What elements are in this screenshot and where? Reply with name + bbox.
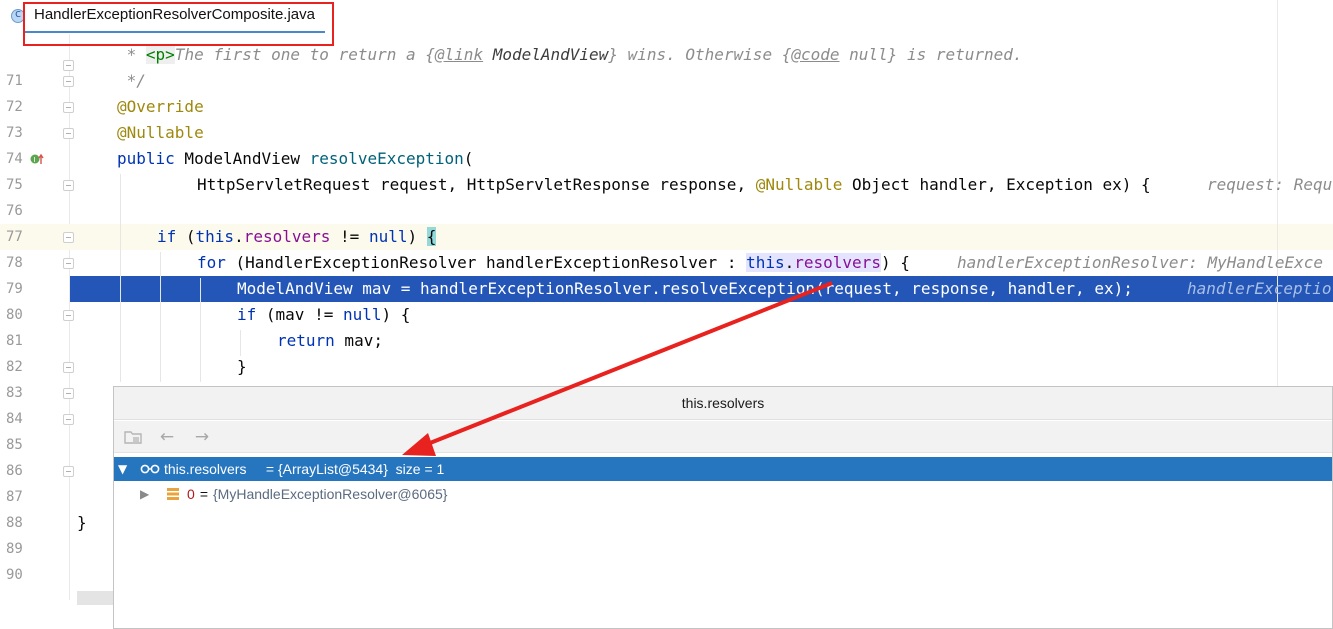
code-line-75: 75 I public ModelAndView resolveExceptio…	[0, 146, 1333, 193]
keyword: null	[368, 227, 408, 246]
variable-name: this.resolvers	[164, 461, 247, 477]
code-token: (	[176, 227, 196, 246]
code-text: */	[117, 71, 146, 90]
element-index: 0	[187, 486, 195, 502]
doc-link-tag: @link	[434, 45, 484, 64]
keyword: this	[195, 227, 235, 246]
type: ModelAndView	[174, 149, 310, 168]
keyword: if	[157, 227, 177, 246]
fold-marker[interactable]	[63, 128, 74, 139]
fold-marker[interactable]	[63, 102, 74, 113]
overrides-method-icon[interactable]: I	[30, 153, 44, 165]
method-name: resolveException	[309, 149, 464, 168]
forward-arrow-icon[interactable]: →	[191, 427, 213, 447]
keyword: if	[237, 305, 257, 324]
code-text: }	[237, 357, 247, 376]
keyword: null	[342, 305, 382, 324]
code-line-80: 80 ModelAndView mav = handlerExceptionRe…	[0, 276, 1333, 323]
fold-marker[interactable]	[63, 362, 74, 373]
code-token: mav;	[334, 331, 383, 350]
tree-row-item-0[interactable]: ▶ 0 = {MyHandleExceptionResolver@6065}	[114, 482, 1332, 506]
horizontal-scrollbar[interactable]	[77, 591, 113, 605]
code-text: return mav;	[277, 328, 383, 354]
code-text: }	[77, 513, 87, 532]
fold-marker[interactable]	[63, 414, 74, 425]
fold-marker[interactable]	[63, 258, 74, 269]
code-line-72: 72 */	[0, 68, 1333, 115]
code-line-76: 76 HttpServletRequest request, HttpServl…	[0, 172, 1333, 219]
code-token: ) {	[381, 305, 411, 324]
doc-code-tag: @code	[791, 45, 840, 64]
params: HttpServletRequest request, HttpServletR…	[197, 175, 756, 194]
code-line-83: 83 }	[0, 354, 1333, 401]
doc-star: *	[117, 45, 146, 64]
fold-marker[interactable]	[63, 76, 74, 87]
inline-debug-hint: handlerExceptio	[1187, 279, 1332, 298]
popup-title: this.resolvers	[114, 387, 1332, 420]
back-arrow-icon[interactable]: ←	[156, 427, 178, 447]
code-token: (mav !=	[256, 305, 343, 324]
keyword: this	[746, 253, 785, 272]
annotation: @Nullable	[755, 175, 843, 194]
keyword: for	[197, 253, 226, 272]
field: resolvers	[794, 253, 881, 272]
code-text: @Nullable	[117, 123, 204, 142]
doc-tag: <p>	[145, 45, 175, 64]
keyword: return	[277, 331, 335, 350]
doc-text: } wins. Otherwise {	[608, 45, 792, 64]
array-element-icon	[167, 488, 179, 500]
fold-marker[interactable]	[63, 180, 74, 191]
doc-text: null} is returned.	[839, 45, 1023, 64]
doc-text: The first one to return a {	[174, 45, 435, 64]
line-number: 90	[6, 567, 23, 583]
code-token: (HandlerExceptionResolver handlerExcepti…	[225, 253, 747, 272]
code-token: ) {	[880, 253, 910, 272]
code-line-82: 82 return mav;	[0, 328, 1333, 375]
watch-glasses-icon	[140, 464, 160, 474]
this-resolvers-highlight[interactable]: this.resolvers	[746, 253, 881, 272]
popup-toolbar: ← →	[114, 421, 1332, 453]
params: Object handler, Exception ex) {	[842, 175, 1151, 194]
code-text: if (this.resolvers != null) {	[157, 224, 437, 250]
doc-link-target: ModelAndView	[483, 45, 609, 64]
folder-icon[interactable]	[122, 427, 144, 447]
code-line-79: 79 for (HandlerExceptionResolver handler…	[0, 250, 1333, 297]
code-token: .	[234, 227, 244, 246]
code-line-77: 77	[0, 198, 1333, 245]
field: resolvers	[243, 227, 331, 246]
code-line-74: 74 @Nullable	[0, 120, 1333, 167]
code-token: )	[407, 227, 427, 246]
svg-text:I: I	[33, 156, 35, 164]
inline-debug-hint: handlerExceptionResolver: MyHandleExce	[957, 253, 1324, 272]
annotation-highlight-box	[23, 2, 334, 46]
evaluate-popup[interactable]: this.resolvers ← → ▼ this.resolvers = {A…	[113, 386, 1333, 629]
fold-marker[interactable]	[63, 388, 74, 399]
code-token: !=	[330, 227, 369, 246]
fold-marker[interactable]	[63, 466, 74, 477]
tree-row-resolvers[interactable]: ▼ this.resolvers = {ArrayList@5434} size…	[114, 457, 1332, 481]
element-value: {MyHandleExceptionResolver@6065}	[213, 486, 448, 502]
code-line-73: 73 @Override	[0, 94, 1333, 141]
keyword: public	[117, 149, 175, 168]
element-equals: =	[196, 486, 212, 502]
code-line-81: 81 if (mav != null) {	[0, 302, 1333, 349]
code-text: if (mav != null) {	[237, 302, 410, 328]
paren: (	[463, 149, 474, 168]
code-text: @Override	[117, 97, 204, 116]
code-text: for (HandlerExceptionResolver handlerExc…	[197, 250, 910, 276]
fold-marker[interactable]	[63, 232, 74, 243]
expand-triangle-icon[interactable]: ▶	[140, 482, 149, 506]
inline-debug-hint: request: Requ	[1207, 175, 1333, 194]
fold-marker[interactable]	[63, 310, 74, 321]
collapse-triangle-icon[interactable]: ▼	[118, 457, 127, 481]
code-text: public ModelAndView resolveException(	[117, 146, 473, 172]
code-text: HttpServletRequest request, HttpServletR…	[197, 172, 1151, 198]
variable-value: = {ArrayList@5434} size = 1	[262, 461, 445, 477]
code-token: .	[784, 253, 795, 272]
code-line-78: 78 if (this.resolvers != null) {	[0, 224, 1333, 271]
matched-brace: {	[426, 227, 437, 246]
code-text: ModelAndView mav = handlerExceptionResol…	[237, 279, 1133, 298]
